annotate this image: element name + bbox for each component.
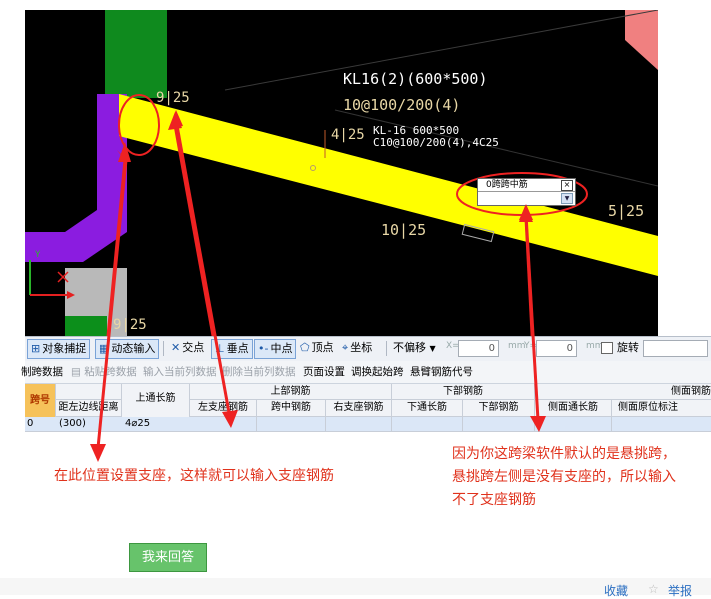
report-link[interactable]: 举报 — [668, 582, 692, 599]
cantilever-code-button[interactable]: 悬臂钢筋代号 — [410, 364, 473, 379]
input-column-button[interactable]: 输入当前列数据 — [143, 364, 217, 379]
copy-span-button[interactable]: 制跨数据 — [21, 364, 63, 379]
beam-title-label: KL16(2)(600*500) — [343, 70, 488, 88]
axis-y-label: Y — [35, 250, 41, 260]
green-column-bottom — [65, 316, 107, 336]
collect-link[interactable]: 收藏 — [604, 582, 628, 599]
rebar-label-left-mid: 4|25 — [331, 127, 365, 143]
close-icon[interactable]: × — [561, 180, 573, 191]
swap-start-span-button[interactable]: 调换起始跨 — [351, 364, 404, 379]
delete-column-button[interactable]: 删除当前列数据 — [222, 364, 296, 379]
dynamic-input-icon: ▦ — [99, 342, 110, 355]
cell-bottom[interactable] — [463, 417, 535, 432]
vertex-icon: ⬠ — [300, 341, 310, 354]
cell-bottom-through[interactable] — [392, 417, 463, 432]
rebar-label-bottom-mid: 10|25 — [381, 221, 427, 239]
intersection-button[interactable]: ✕ 交点 — [168, 339, 207, 357]
rebar-label-left-top: 9|25 — [156, 90, 190, 106]
cad-drawing — [25, 10, 658, 336]
dynamic-input-button[interactable]: ▦ 动态输入 — [95, 339, 160, 359]
col-header-right-support: 右支座钢筋 — [326, 400, 392, 417]
object-snap-button[interactable]: ⊞ 对象捕捉 — [27, 339, 91, 359]
rotate-checkbox[interactable] — [601, 342, 613, 354]
offset-mode-select[interactable]: 不偏移 ▼ — [390, 339, 439, 357]
coordinate-icon: ⌖ — [342, 341, 349, 354]
rebar-label-right: 5|25 — [608, 202, 645, 220]
right-note-line-2: 悬挑跨左侧是没有支座的，所以输入 — [452, 469, 676, 485]
intersection-icon: ✕ — [171, 341, 181, 354]
snap-icon: ⊞ — [31, 342, 41, 355]
cell-distance[interactable]: (300) — [56, 417, 125, 432]
footer-bar: 收藏 ☆ 举报 — [0, 578, 711, 598]
overlap-label-2: C10@100/200(4),4C25 — [373, 136, 499, 149]
col-header-top-through: 上通长筋 — [122, 384, 190, 418]
chevron-down-icon: ▼ — [429, 344, 436, 353]
col-header-distance: 距左边线距离 — [56, 400, 122, 417]
cad-canvas[interactable]: KL16(2)(600*500) 10@100/200(4) 9|25 4|25… — [25, 10, 658, 336]
col-header-bottom: 下部钢筋 — [463, 400, 535, 417]
x-value-input[interactable]: 0 — [458, 340, 499, 357]
cell-right-support[interactable] — [326, 417, 392, 432]
snap-toolbar: ⊞ 对象捕捉 ▦ 动态输入 ✕ 交点 ⊥ 垂点 •- 中点 ⬠ 顶点 ⌖ 坐标 不偏移 ▼ X… — [25, 336, 711, 362]
span-type-popup[interactable]: 0跨跨中筋 × ▼ — [477, 178, 576, 206]
table-toolbar: 制跨数据 ▤ 粘贴跨数据 输入当前列数据 删除当前列数据 页面设置 调换起始跨 … — [21, 361, 711, 384]
page-setup-button[interactable]: 页面设置 — [303, 364, 345, 379]
coordinate-button[interactable]: ⌖ 坐标 — [339, 339, 375, 357]
midpoint-button[interactable]: •- 中点 — [254, 339, 297, 359]
cell-span[interactable]: 0 — [25, 417, 58, 432]
beam-stirrup-label: 10@100/200(4) — [343, 96, 461, 114]
yellow-beam — [119, 94, 658, 276]
col-header-span: 跨号 — [25, 384, 56, 418]
col-header-left-support: 左支座钢筋 — [190, 400, 257, 417]
x-unit: mm — [508, 341, 526, 351]
green-column — [105, 10, 167, 98]
answer-button[interactable]: 我来回答 — [129, 543, 207, 572]
right-note-line-3: 不了支座钢筋 — [452, 492, 536, 508]
paste-span-button[interactable]: ▤ 粘贴跨数据 — [71, 364, 137, 379]
rebar-label-bottom-left: 9|25 — [113, 317, 147, 333]
col-header-bottom-through: 下通长筋 — [392, 400, 463, 417]
paste-icon: ▤ — [71, 366, 81, 378]
pink-block — [625, 10, 658, 70]
col-header-mid-span: 跨中钢筋 — [257, 400, 326, 417]
group-header-bottom: 下部钢筋 — [392, 384, 535, 400]
rotate-label: 旋转 — [617, 341, 639, 354]
report-icon: ☆ — [648, 582, 659, 596]
rotate-input[interactable] — [643, 340, 708, 357]
cell-left-support[interactable] — [190, 417, 257, 432]
cell-top-through[interactable]: 4⌀25 — [122, 417, 193, 432]
rebar-table: 跨号 距左边线距离 上通长筋 上部钢筋 左支座钢筋 跨中钢筋 右支座钢筋 下部钢… — [25, 384, 711, 432]
y-value-input[interactable]: 0 — [536, 340, 577, 357]
cell-side-original[interactable] — [612, 417, 711, 432]
col-header-side-original: 侧面原位标注 — [612, 400, 711, 417]
chevron-down-icon[interactable]: ▼ — [561, 193, 573, 204]
col-header-side-through: 侧面通长筋 — [535, 400, 612, 417]
perpendicular-icon: ⊥ — [215, 342, 225, 355]
group-header-top: 上部钢筋 — [190, 384, 392, 400]
right-note-line-1: 因为你这跨梁软件默认的是悬挑跨， — [452, 446, 676, 462]
cell-side-through[interactable] — [535, 417, 612, 432]
group-header-side: 侧面钢筋 — [535, 384, 711, 400]
purple-wall — [25, 94, 127, 262]
cell-mid-span[interactable] — [257, 417, 326, 432]
perpendicular-button[interactable]: ⊥ 垂点 — [211, 339, 253, 359]
midpoint-icon: •- — [258, 342, 269, 355]
left-note: 在此位置设置支座，这样就可以输入支座钢筋 — [54, 468, 334, 484]
vertex-button[interactable]: ⬠ 顶点 — [297, 339, 337, 357]
